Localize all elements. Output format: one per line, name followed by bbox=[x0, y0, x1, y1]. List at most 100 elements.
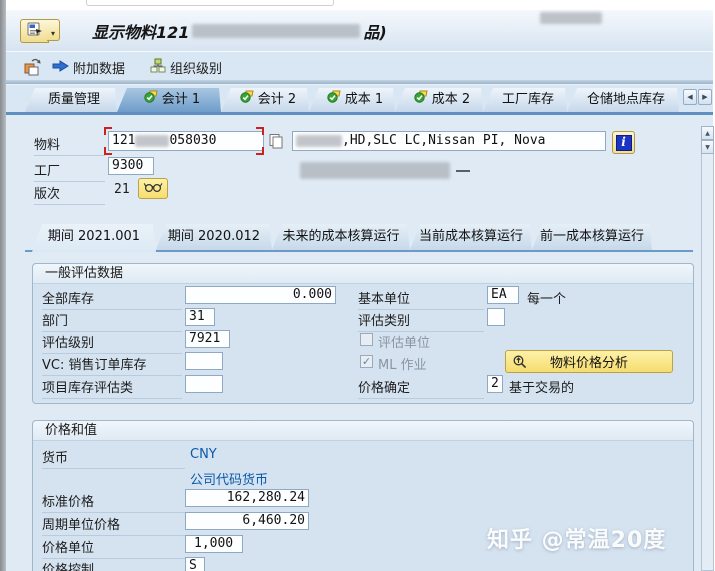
copy-icon[interactable] bbox=[268, 133, 284, 154]
standard-price-label: 标准价格 bbox=[42, 491, 185, 513]
cursor-bracket bbox=[104, 127, 112, 135]
periodic-unit-price-label: 周期单位价格 bbox=[42, 514, 185, 536]
info-icon: i bbox=[615, 134, 632, 151]
redacted-block bbox=[135, 134, 170, 147]
material-label: 物料 bbox=[34, 134, 105, 156]
cursor-bracket bbox=[104, 147, 112, 155]
valuation-class-label: 评估级别 bbox=[42, 332, 182, 354]
sap-screenshot: ▾ 显示物料121 品) 附加数据 组织级别 质量管理 会计 1 会计 2 成本 … bbox=[0, 0, 715, 571]
base-unit-label: 基本单位 bbox=[358, 288, 484, 310]
tab-current-costing-run[interactable]: 当前成本核算运行 bbox=[410, 224, 532, 250]
display-change-icon bbox=[22, 57, 42, 81]
revision-value: 21 bbox=[114, 182, 130, 197]
base-unit-suffix: 每一个 bbox=[527, 292, 567, 307]
periodic-unit-price-field[interactable]: 6,460.20 bbox=[185, 512, 309, 530]
division-field[interactable]: 31 bbox=[185, 308, 215, 326]
redacted-dash bbox=[456, 170, 470, 172]
project-stock-field[interactable] bbox=[185, 375, 223, 393]
magnifier-icon bbox=[512, 354, 528, 374]
system-menu-button[interactable] bbox=[20, 19, 49, 43]
vc-sales-order-field[interactable] bbox=[185, 352, 223, 370]
total-stock-field[interactable]: 0.000 bbox=[185, 286, 336, 304]
transaction-icon bbox=[27, 21, 43, 41]
tab-previous-costing-run[interactable]: 前一成本核算运行 bbox=[532, 224, 652, 250]
page-title: 显示物料121 品) bbox=[92, 23, 387, 42]
valuation-category-field[interactable] bbox=[487, 308, 505, 326]
ml-active-label: ML 作业 bbox=[378, 358, 427, 373]
additional-data-label: 附加数据 bbox=[73, 62, 126, 77]
project-stock-label: 项目库存评估类 bbox=[42, 377, 182, 399]
chevron-down-icon: ▾ bbox=[50, 29, 55, 38]
display-revision-button[interactable] bbox=[138, 178, 168, 199]
tab-storage-location-stock[interactable]: 仓储地点库存 bbox=[567, 88, 679, 112]
tab-accounting-2[interactable]: 会计 2 bbox=[221, 88, 309, 112]
tab-costing-1[interactable]: 成本 1 bbox=[309, 88, 395, 112]
tab-check-icon bbox=[144, 88, 158, 112]
plant-field[interactable]: 9300 bbox=[108, 157, 154, 175]
tab-check-icon bbox=[414, 88, 428, 112]
ml-active-checkbox[interactable]: ✓ bbox=[360, 355, 373, 368]
price-unit-field[interactable]: 1,000 bbox=[185, 535, 243, 553]
price-control-label: 价格控制 bbox=[42, 559, 185, 571]
tab-check-icon bbox=[327, 88, 341, 112]
tab-accounting-1[interactable]: 会计 1 bbox=[117, 88, 221, 112]
tab-period-2021-001[interactable]: 期间 2021.001 bbox=[32, 224, 156, 252]
material-price-analysis-button[interactable]: 物料价格分析 bbox=[505, 350, 673, 373]
blue-arrow-icon bbox=[52, 59, 69, 77]
cursor-bracket bbox=[256, 147, 264, 155]
cropped-top-element bbox=[86, 0, 334, 6]
tab-scroll-left-button[interactable]: ◀ bbox=[683, 89, 697, 105]
triangle-down-icon: ▼ bbox=[705, 143, 710, 151]
scroll-up-button[interactable]: ▲ bbox=[701, 126, 714, 140]
triangle-left-icon: ◀ bbox=[687, 93, 693, 101]
tab-costing-2[interactable]: 成本 2 bbox=[395, 88, 483, 112]
org-levels-label: 组织级别 bbox=[170, 62, 223, 77]
currency-label: 货币 bbox=[42, 447, 185, 469]
price-determination-label: 价格确定 bbox=[358, 377, 484, 399]
tab-check-icon bbox=[240, 88, 254, 112]
price-unit-label: 价格单位 bbox=[42, 537, 185, 559]
price-control-field[interactable]: S bbox=[185, 557, 205, 571]
division-label: 部门 bbox=[42, 310, 182, 332]
display-change-button[interactable] bbox=[22, 57, 42, 81]
glasses-icon bbox=[143, 180, 163, 197]
info-button[interactable]: i bbox=[612, 131, 635, 154]
prices-title: 价格和值 bbox=[33, 421, 693, 441]
redacted-block bbox=[300, 162, 450, 179]
redacted-block bbox=[296, 134, 342, 147]
valuation-unit-checkbox[interactable] bbox=[360, 333, 373, 346]
plant-label: 工厂 bbox=[34, 160, 105, 182]
total-stock-label: 全部库存 bbox=[42, 288, 182, 310]
price-determination-field[interactable]: 2 bbox=[487, 375, 503, 393]
redacted-block bbox=[540, 12, 602, 24]
material-description-field[interactable]: ,HD,SLC LC,Nissan PI, Nova bbox=[292, 131, 606, 151]
org-levels-icon bbox=[150, 58, 166, 77]
triangle-up-icon: ▲ bbox=[705, 129, 710, 137]
tab-quality-management[interactable]: 质量管理 bbox=[25, 88, 117, 112]
valuation-class-field[interactable]: 7921 bbox=[185, 330, 230, 348]
watermark: 知乎 @常温20度 bbox=[487, 528, 667, 553]
vertical-scrollbar[interactable] bbox=[701, 126, 714, 571]
system-menu-dropdown[interactable]: ▾ bbox=[47, 19, 60, 41]
tab-plant-stock[interactable]: 工厂库存 bbox=[483, 88, 567, 112]
tab-scroll-right-button[interactable]: ▶ bbox=[698, 89, 712, 105]
material-field[interactable]: 121 058030 bbox=[108, 131, 264, 151]
redacted-block bbox=[192, 24, 361, 38]
tab-future-costing-run[interactable]: 未来的成本核算运行 bbox=[272, 224, 410, 250]
revision-label: 版次 bbox=[34, 183, 105, 205]
valuation-category-label: 评估类别 bbox=[358, 310, 484, 332]
cursor-bracket bbox=[256, 127, 264, 135]
tab-period-2020-012[interactable]: 期间 2020.012 bbox=[156, 224, 272, 250]
scroll-down-button[interactable]: ▼ bbox=[701, 140, 714, 154]
general-valuation-title: 一般评估数据 bbox=[33, 264, 693, 284]
triangle-right-icon: ▶ bbox=[702, 93, 708, 101]
org-levels-button[interactable]: 组织级别 bbox=[150, 58, 222, 77]
company-currency-note: 公司代码货币 bbox=[190, 473, 269, 488]
price-determination-suffix: 基于交易的 bbox=[509, 381, 575, 396]
base-unit-field[interactable]: EA bbox=[487, 286, 519, 304]
valuation-unit-label: 评估单位 bbox=[378, 336, 431, 351]
check-icon: ✓ bbox=[361, 355, 372, 368]
currency-value: CNY bbox=[190, 447, 217, 462]
additional-data-button[interactable]: 附加数据 bbox=[52, 58, 125, 77]
standard-price-field[interactable]: 162,280.24 bbox=[185, 489, 309, 507]
